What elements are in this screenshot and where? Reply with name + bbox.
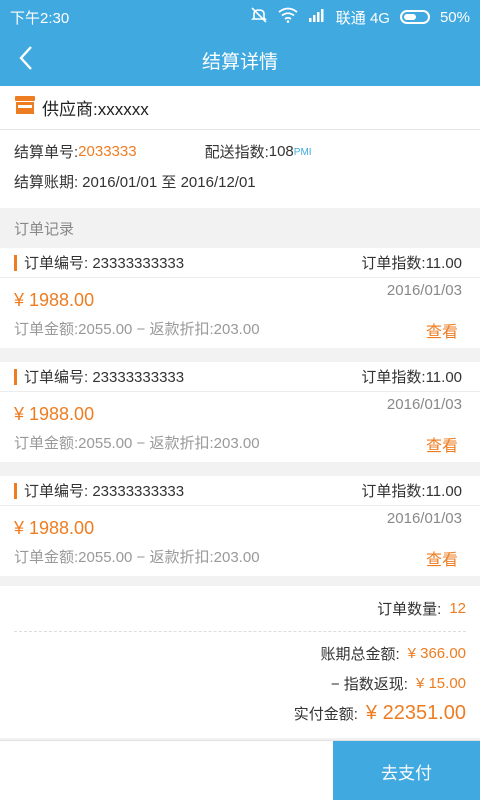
order-card: 订单编号: 23333333333 订单指数:11.00 ¥ 1988.00 2… [0, 476, 480, 576]
summary-panel: 订单数量: 12 账期总金额: ¥ 366.00 − 指数返现: ¥ 15.00… [0, 586, 480, 738]
order-price: ¥ 1988.00 [14, 404, 95, 424]
view-order-link[interactable]: 查看 [426, 432, 458, 456]
order-price: ¥ 1988.00 [14, 518, 95, 538]
order-body: ¥ 1988.00 2016/01/03 订单金额:2055.00 − 返款折扣… [0, 392, 480, 462]
settle-period-label: 结算账期: [14, 173, 79, 191]
paid-amount-label: 实付金额: [293, 705, 358, 723]
order-detail: 订单金额:2055.00 − 返款折扣:203.00 [14, 321, 260, 338]
store-icon [14, 95, 36, 120]
order-marker [14, 482, 17, 499]
paid-amount-row: 实付金额: ¥ 22351.00 [0, 698, 480, 728]
order-marker [14, 254, 17, 271]
settle-no-value: 2033333 [78, 142, 137, 160]
status-carrier: 联通 4G [335, 9, 390, 27]
order-card: 订单编号: 23333333333 订单指数:11.00 ¥ 1988.00 2… [0, 248, 480, 348]
order-date: 2016/01/03 [386, 510, 462, 527]
settle-period-value: 2016/01/01 至 2016/12/01 [82, 173, 256, 191]
rebate-label: − 指数返现: [330, 675, 408, 693]
order-count-row: 订单数量: 12 [14, 586, 466, 632]
status-time: 下午2:30 [10, 9, 70, 27]
view-order-link[interactable]: 查看 [426, 318, 458, 342]
order-date: 2016/01/03 [386, 282, 462, 299]
rebate-value: ¥ 15.00 [415, 674, 466, 692]
delivery-index-value: 108 [268, 142, 294, 160]
order-number: 订单编号: 23333333333 [24, 369, 185, 386]
settle-info-row: 结算单号: 2033333 配送指数: 108 PMI [0, 136, 480, 166]
order-body: ¥ 1988.00 2016/01/03 订单金额:2055.00 − 返款折扣… [0, 506, 480, 576]
mute-icon [250, 6, 268, 28]
order-index: 订单指数:11.00 [361, 369, 462, 386]
status-bar: 下午2:30 联通 4G 50% [0, 0, 480, 34]
supplier-row: 供应商:xxxxxx [0, 86, 480, 130]
order-header: 订单编号: 23333333333 订单指数:11.00 [0, 362, 480, 392]
signal-icon [308, 8, 326, 26]
chevron-left-icon [18, 45, 34, 76]
pay-button[interactable]: 去支付 [333, 741, 480, 800]
order-detail: 订单金额:2055.00 − 返款折扣:203.00 [14, 435, 260, 452]
total-amount-row: 账期总金额: ¥ 366.00 [0, 638, 480, 668]
order-body: ¥ 1988.00 2016/01/03 订单金额:2055.00 − 返款折扣… [0, 278, 480, 348]
order-card: 订单编号: 23333333333 订单指数:11.00 ¥ 1988.00 2… [0, 362, 480, 462]
order-header: 订单编号: 23333333333 订单指数:11.00 [0, 248, 480, 278]
supplier-card: 供应商:xxxxxx 结算单号: 2033333 配送指数: 108 PMI 结… [0, 86, 480, 208]
view-order-link[interactable]: 查看 [426, 546, 458, 570]
page-title: 结算详情 [201, 51, 278, 73]
order-records-title: 订单记录 [0, 208, 480, 248]
order-count-value: 12 [449, 600, 466, 617]
order-number: 订单编号: 23333333333 [24, 255, 185, 272]
order-count-label: 订单数量: [377, 601, 442, 618]
order-date: 2016/01/03 [386, 396, 462, 413]
wifi-icon [278, 7, 298, 27]
order-index: 订单指数:11.00 [361, 483, 462, 500]
back-button[interactable] [8, 42, 44, 78]
settle-no-label: 结算单号: [14, 143, 79, 161]
delivery-index-label: 配送指数: [204, 143, 269, 161]
order-header: 订单编号: 23333333333 订单指数:11.00 [0, 476, 480, 506]
settle-period-row: 结算账期: 2016/01/01 至 2016/12/01 [0, 166, 480, 196]
nav-bar: 结算详情 [0, 34, 480, 86]
total-amount-label: 账期总金额: [320, 645, 400, 663]
order-number: 订单编号: 23333333333 [24, 483, 185, 500]
status-battery: 50% [439, 8, 470, 26]
order-price: ¥ 1988.00 [14, 290, 95, 310]
order-detail: 订单金额:2055.00 − 返款折扣:203.00 [14, 549, 260, 566]
total-amount-value: ¥ 366.00 [407, 644, 466, 662]
delivery-index-unit: PMI [293, 147, 312, 158]
supplier-name: 供应商:xxxxxx [42, 100, 149, 119]
order-index: 订单指数:11.00 [361, 255, 462, 272]
bottom-bar: 去支付 [0, 740, 480, 800]
battery-icon [399, 10, 430, 24]
paid-amount-value: ¥ 22351.00 [365, 701, 466, 724]
order-marker [14, 368, 17, 385]
rebate-row: − 指数返现: ¥ 15.00 [0, 668, 480, 698]
